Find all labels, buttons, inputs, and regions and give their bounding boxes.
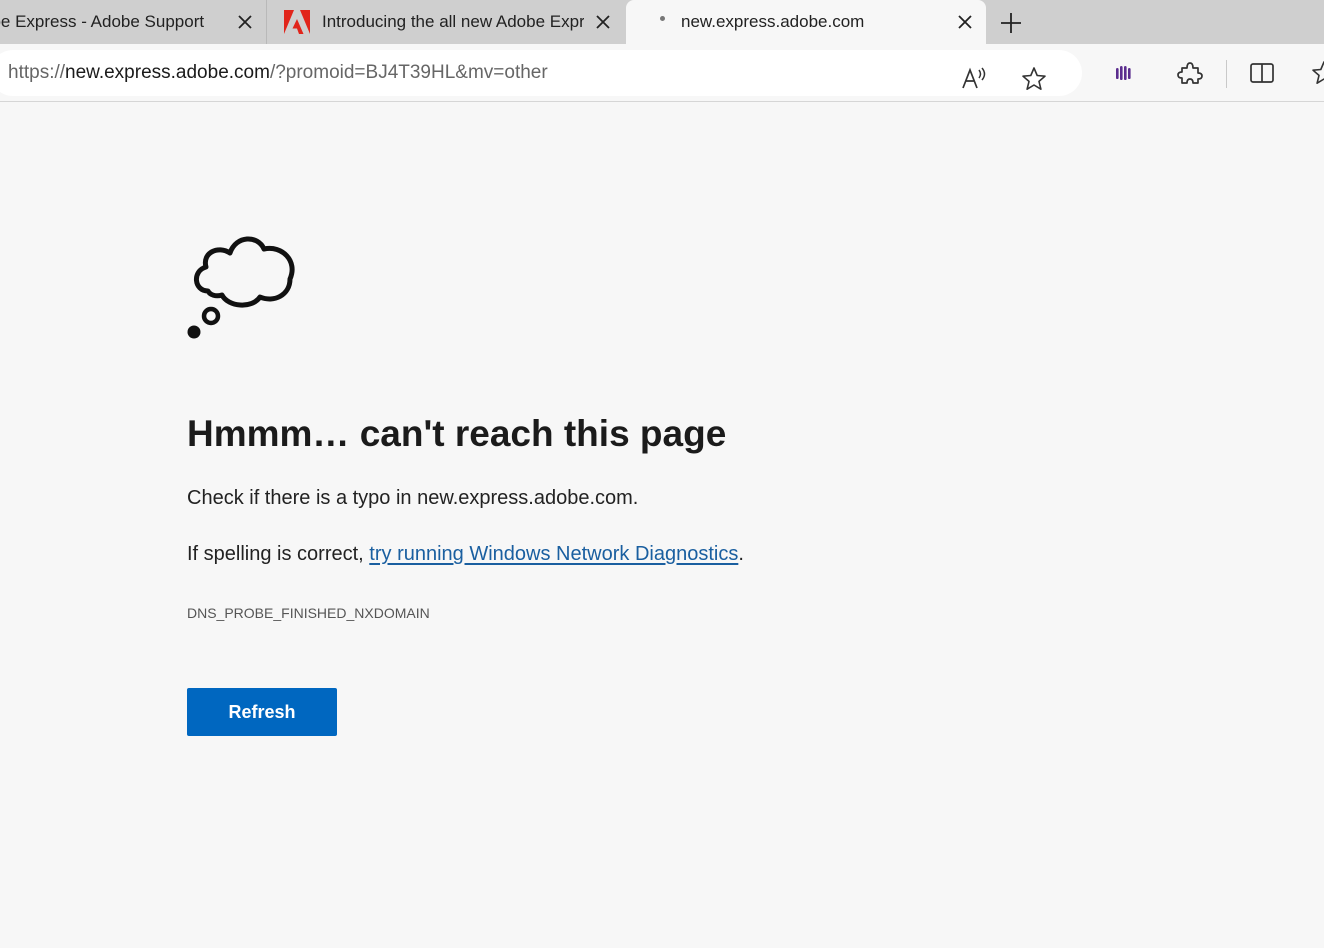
refresh-button[interactable]: Refresh: [187, 688, 337, 736]
spelling-prefix: If spelling is correct,: [187, 543, 370, 565]
address-bar[interactable]: https://new.express.adobe.com/?promoid=B…: [0, 50, 1082, 96]
tab-title: Introducing the all new Adobe Express: [322, 12, 584, 31]
favorite-star-icon[interactable]: [1016, 61, 1052, 97]
adobe-logo-icon: [284, 10, 310, 39]
spelling-hint-text: If spelling is correct, try running Wind…: [187, 543, 744, 566]
tab-strip: obe Express - Adobe Support Introducing …: [0, 0, 1324, 44]
plus-icon: [1001, 13, 1021, 33]
tab-new-express-adobe-com[interactable]: new.express.adobe.com: [626, 0, 986, 44]
error-code: DNS_PROBE_FINISHED_NXDOMAIN: [187, 605, 430, 621]
tab-title: obe Express - Adobe Support: [0, 12, 205, 31]
thought-cloud-icon: [186, 231, 298, 348]
close-icon[interactable]: [954, 11, 976, 33]
close-icon[interactable]: [234, 11, 256, 33]
toolbar-separator: [1226, 60, 1227, 88]
read-aloud-icon[interactable]: [956, 61, 992, 97]
favorites-icon[interactable]: [1306, 55, 1324, 91]
new-tab-button[interactable]: [996, 8, 1026, 38]
tab-introducing-adobe-express[interactable]: Introducing the all new Adobe Express: [268, 0, 624, 44]
url-scheme: https://: [8, 62, 66, 83]
extensions-puzzle-icon[interactable]: [1172, 55, 1208, 91]
page-title: Hmmm… can't reach this page: [187, 413, 727, 454]
extension-purple-icon[interactable]: [1106, 55, 1142, 91]
close-icon[interactable]: [592, 11, 614, 33]
browser-toolbar: https://new.express.adobe.com/?promoid=B…: [0, 44, 1324, 102]
url-path: /?promoid=BJ4T39HL&mv=other: [269, 62, 548, 83]
typo-hint-text: Check if there is a typo in new.express.…: [187, 487, 639, 509]
tab-title: new.express.adobe.com: [681, 12, 865, 31]
network-diagnostics-link[interactable]: try running Windows Network Diagnostics: [369, 543, 738, 565]
spelling-suffix: .: [738, 543, 744, 565]
tab-adobe-support[interactable]: obe Express - Adobe Support: [0, 0, 267, 44]
url-host: new.express.adobe.com: [65, 62, 270, 83]
loading-dot-icon: [660, 16, 665, 21]
url-text[interactable]: https://new.express.adobe.com/?promoid=B…: [8, 62, 548, 84]
error-page: Hmmm… can't reach this page Check if the…: [0, 103, 1324, 948]
split-screen-icon[interactable]: [1244, 55, 1280, 91]
